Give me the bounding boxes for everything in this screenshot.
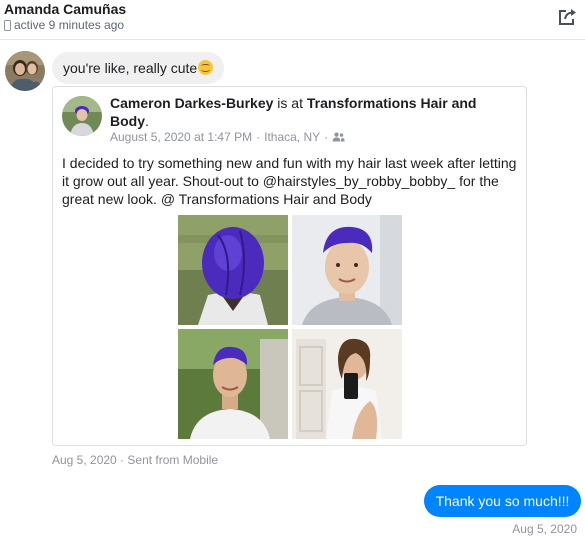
- active-status: active 9 minutes ago: [4, 18, 124, 32]
- conversation-header: Amanda Camuñas active 9 minutes ago: [0, 0, 585, 40]
- smiling-face-emoji-icon: [198, 60, 214, 75]
- post-location[interactable]: Ithaca, NY: [264, 130, 320, 144]
- contact-avatar[interactable]: [5, 51, 45, 91]
- contact-name[interactable]: Amanda Camuñas: [4, 1, 126, 17]
- post-place-suffix: .: [145, 113, 149, 129]
- outgoing-message-bubble[interactable]: Thank you so much!!!: [424, 485, 581, 517]
- post-meta-separator: ·: [256, 130, 261, 144]
- post-author-avatar[interactable]: [62, 96, 102, 136]
- incoming-message-text: you're like, really cute: [63, 60, 198, 76]
- post-header: Cameron Darkes-Burkey is at Transformati…: [110, 94, 510, 130]
- post-photo-3[interactable]: [178, 329, 288, 439]
- post-photo-1[interactable]: [178, 215, 288, 325]
- post-author-name[interactable]: Cameron Darkes-Burkey: [110, 95, 273, 111]
- post-connector: is at: [273, 95, 307, 111]
- sent-meta: Aug 5, 2020 · Sent from Mobile: [52, 453, 219, 467]
- incoming-message-bubble[interactable]: you're like, really cute: [52, 52, 225, 84]
- friends-icon: [332, 132, 345, 142]
- post-date[interactable]: August 5, 2020 at 1:47 PM: [110, 130, 252, 144]
- share-icon[interactable]: [557, 7, 579, 27]
- outgoing-timestamp: Aug 5, 2020: [512, 522, 577, 536]
- phone-icon: [4, 19, 11, 31]
- post-photo-2[interactable]: [292, 215, 402, 325]
- outgoing-message-text: Thank you so much!!!: [435, 493, 570, 509]
- post-photo-4[interactable]: [292, 329, 402, 439]
- post-meta: August 5, 2020 at 1:47 PM · Ithaca, NY ·: [110, 130, 345, 144]
- active-status-text: active 9 minutes ago: [14, 18, 125, 32]
- post-text: I decided to try something new and fun w…: [62, 155, 517, 207]
- shared-post-card[interactable]: Cameron Darkes-Burkey is at Transformati…: [52, 86, 527, 446]
- post-meta-separator: ·: [324, 130, 329, 144]
